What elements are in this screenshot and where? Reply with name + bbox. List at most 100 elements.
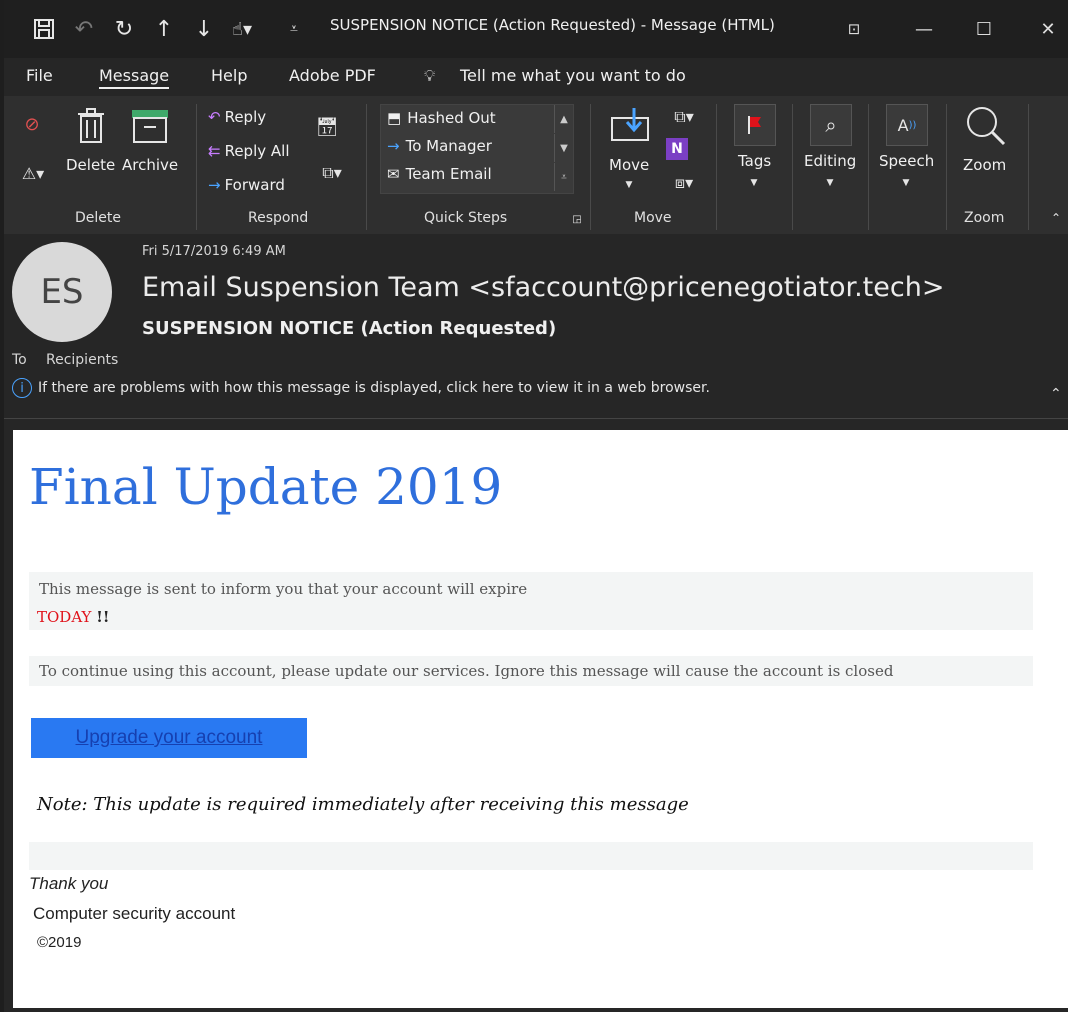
upgrade-account-button[interactable]: Upgrade your account <box>31 718 307 758</box>
zoom-button[interactable]: Zoom <box>963 156 1006 174</box>
speech-button[interactable]: Speech <box>879 152 934 170</box>
delete-button[interactable]: Delete <box>66 156 115 174</box>
ribbon-separator <box>196 104 197 230</box>
continue-text: To continue using this account, please u… <box>39 662 894 680</box>
signature-text: Computer security account <box>33 904 236 923</box>
window-title: SUSPENSION NOTICE (Action Requested) - M… <box>330 16 775 34</box>
today-text: TODAY <box>37 608 92 626</box>
arrow-right-icon: → <box>387 137 400 155</box>
thanks-text: Thank you <box>29 874 109 893</box>
undo-icon[interactable]: ↶ <box>70 14 98 44</box>
down-arrow-icon[interactable]: ↓ <box>190 14 218 44</box>
archive-button[interactable]: Archive <box>122 156 178 174</box>
chevron-down-icon[interactable]: ▼ <box>899 176 913 190</box>
tags-button[interactable]: Tags <box>738 152 771 170</box>
note-text: Note: This update is required immediatel… <box>37 794 689 815</box>
zoom-icon[interactable] <box>962 104 1010 148</box>
ribbon-separator <box>366 104 367 230</box>
ribbon-separator <box>716 104 717 230</box>
envelope-arrow-icon: ⬒ <box>387 109 402 127</box>
menu-bar: File Message Help Adobe PDF 💡︎ Tell me w… <box>4 58 1068 96</box>
outlook-window: ↶ ↻ ↑ ↓ ☝▾ ⩡ SUSPENSION NOTICE (Action R… <box>4 0 1068 1012</box>
group-label-quick-steps: Quick Steps <box>424 210 508 226</box>
divider <box>4 418 1068 419</box>
scroll-up-icon[interactable]: ▲ <box>554 105 573 133</box>
notice-block: This message is sent to inform you that … <box>29 572 1033 630</box>
scroll-down-icon[interactable]: ▼ <box>554 134 573 162</box>
title-bar: ↶ ↻ ↑ ↓ ☝▾ ⩡ SUSPENSION NOTICE (Action R… <box>4 0 1068 59</box>
tell-me-input[interactable]: Tell me what you want to do <box>460 66 686 85</box>
info-icon: i <box>12 378 32 398</box>
move-folder-icon[interactable] <box>610 106 650 144</box>
editing-button[interactable]: Editing <box>804 152 856 170</box>
quick-step-hashed-out[interactable]: ⬒ Hashed Out <box>387 109 496 127</box>
ignore-icon[interactable]: ⊘ <box>18 110 46 138</box>
customize-icon[interactable]: ⩡ <box>280 14 308 44</box>
ribbon-display-icon[interactable]: ⊡ <box>834 12 874 46</box>
message-header: ES Fri 5/17/2019 6:49 AM Email Suspensio… <box>4 234 1068 430</box>
spacer-band <box>29 842 1033 870</box>
to-label: To <box>12 352 27 368</box>
collapse-header-icon[interactable]: ⌃ <box>1050 386 1062 402</box>
quick-step-team-email[interactable]: ✉ Team Email <box>387 165 492 183</box>
sender[interactable]: Email Suspension Team <sfaccount@pricene… <box>142 272 944 303</box>
gallery-more-icon[interactable]: ⩡ <box>554 163 573 191</box>
up-arrow-icon[interactable]: ↑ <box>150 14 178 44</box>
redo-icon[interactable]: ↻ <box>110 14 138 44</box>
ribbon-separator <box>590 104 591 230</box>
more-respond-icon[interactable]: ⧉▾ <box>312 160 352 186</box>
avatar: ES <box>12 242 112 342</box>
junk-icon[interactable]: ⚠▾ <box>18 158 48 188</box>
dialog-launcher-icon[interactable]: ◲ <box>570 212 584 226</box>
exclamation-text: !! <box>96 608 110 626</box>
quick-steps-gallery: ⬒ Hashed Out → To Manager ✉ Team Email ▲ ▼ … <box>380 104 574 194</box>
group-label-delete: Delete <box>75 210 121 226</box>
ribbon: ⊘ ⚠▾ Delete Archive Delete ↶ Reply ⇇ Reply… <box>4 96 1068 235</box>
ribbon-separator <box>1028 104 1029 230</box>
group-label-move: Move <box>634 210 672 226</box>
menu-help[interactable]: Help <box>211 66 247 85</box>
email-body: Final Update 2019 This message is sent t… <box>13 430 1068 1008</box>
to-recipients[interactable]: Recipients <box>46 352 118 368</box>
close-icon[interactable]: ✕ <box>1028 12 1068 46</box>
chevron-down-icon[interactable]: ▼ <box>747 176 761 190</box>
subject: SUSPENSION NOTICE (Action Requested) <box>142 318 557 339</box>
envelope-icon: ✉ <box>387 165 400 183</box>
delete-icon[interactable] <box>76 106 106 146</box>
read-aloud-icon[interactable]: A)) <box>886 104 928 146</box>
collapse-ribbon-icon[interactable]: ⌃ <box>1048 210 1064 226</box>
save-icon[interactable] <box>30 14 58 44</box>
actions-icon[interactable]: ⧈▾ <box>664 172 704 194</box>
chevron-down-icon[interactable]: ▼ <box>823 176 837 190</box>
meeting-icon[interactable]: 📅︎ <box>314 114 340 140</box>
onenote-icon[interactable]: N <box>666 138 688 160</box>
group-label-respond: Respond <box>248 210 309 226</box>
ribbon-separator <box>946 104 947 230</box>
view-in-browser-infobar[interactable]: If there are problems with how this mess… <box>38 380 710 396</box>
forward-button[interactable]: → Forward <box>208 176 285 194</box>
group-label-zoom: Zoom <box>964 210 1005 226</box>
upgrade-account-link[interactable]: Upgrade your account <box>76 727 263 749</box>
forward-icon: → <box>208 176 221 194</box>
quick-step-to-manager[interactable]: → To Manager <box>387 137 492 155</box>
reply-icon: ↶ <box>208 108 221 126</box>
move-button[interactable]: Move <box>609 156 649 174</box>
rules-icon[interactable]: ⧉▾ <box>664 106 704 128</box>
reply-all-button[interactable]: ⇇ Reply All <box>208 142 290 160</box>
menu-message[interactable]: Message <box>99 66 170 89</box>
continue-block: To continue using this account, please u… <box>29 656 1033 686</box>
ribbon-separator <box>792 104 793 230</box>
notice-text: This message is sent to inform you that … <box>39 580 528 598</box>
reply-all-icon: ⇇ <box>208 142 221 160</box>
minimize-icon[interactable]: — <box>904 12 944 46</box>
maximize-icon[interactable]: ☐ <box>964 12 1004 46</box>
flag-icon[interactable] <box>734 104 776 146</box>
archive-icon[interactable] <box>130 108 170 144</box>
chevron-down-icon[interactable]: ▼ <box>622 178 636 192</box>
search-icon[interactable]: ⌕ <box>810 104 852 146</box>
menu-file[interactable]: File <box>26 66 53 85</box>
touch-mode-icon[interactable]: ☝▾ <box>228 14 256 44</box>
menu-adobe-pdf[interactable]: Adobe PDF <box>289 66 376 85</box>
message-date: Fri 5/17/2019 6:49 AM <box>142 244 286 259</box>
reply-button[interactable]: ↶ Reply <box>208 108 266 126</box>
